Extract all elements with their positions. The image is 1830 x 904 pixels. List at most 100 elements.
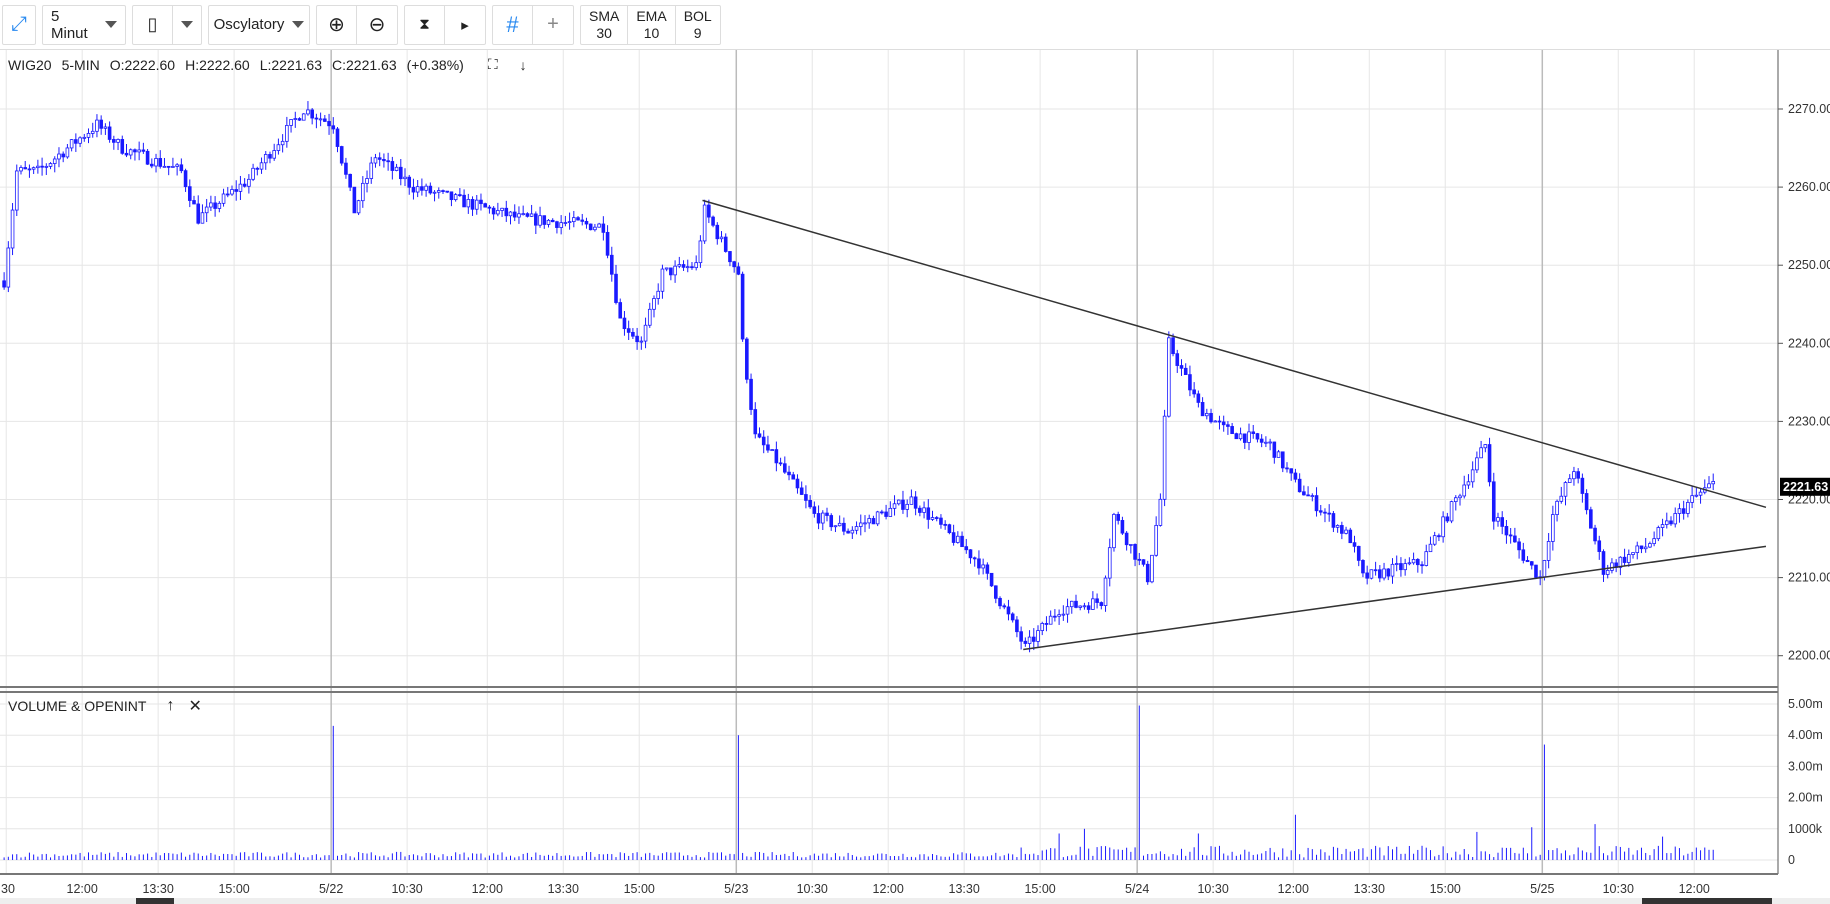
candle-body bbox=[1040, 623, 1045, 631]
candle-body bbox=[1158, 498, 1163, 526]
candle-body bbox=[373, 157, 378, 164]
candle-body bbox=[19, 167, 23, 172]
candle-body bbox=[183, 170, 188, 188]
scrollbar-thumb bbox=[1642, 898, 1772, 904]
candle-body bbox=[1200, 402, 1205, 417]
candle-body bbox=[1656, 527, 1661, 540]
candle-body bbox=[1458, 495, 1462, 499]
candle-body bbox=[681, 264, 686, 268]
candle-body bbox=[1141, 559, 1146, 565]
candle-body bbox=[956, 535, 960, 543]
candle-body bbox=[1567, 478, 1572, 483]
candle-body bbox=[251, 167, 255, 180]
candle-body bbox=[1424, 551, 1429, 566]
candle-body bbox=[1352, 542, 1357, 547]
candle-body bbox=[1407, 562, 1412, 565]
candle-body bbox=[280, 140, 285, 146]
scrollbar-thumb bbox=[136, 898, 174, 904]
close-icon[interactable]: ✕ bbox=[188, 696, 201, 716]
candle-body bbox=[808, 499, 812, 508]
candle-body bbox=[647, 308, 652, 326]
candle-body bbox=[1099, 602, 1104, 606]
candle-body bbox=[213, 202, 217, 209]
candle-body bbox=[1323, 511, 1327, 514]
candle-body bbox=[1112, 513, 1116, 549]
candle-body bbox=[1622, 556, 1627, 563]
candle-body bbox=[1394, 563, 1399, 565]
candle-body bbox=[618, 302, 623, 319]
candle-body bbox=[1648, 543, 1652, 548]
candle-body bbox=[880, 511, 884, 514]
candle-body bbox=[799, 487, 804, 495]
candle-body bbox=[276, 144, 281, 151]
price-tick-label: 2200.00 bbox=[1788, 649, 1830, 663]
candle-body bbox=[221, 193, 226, 204]
candle-body bbox=[1437, 535, 1441, 538]
candle-body bbox=[783, 463, 787, 473]
candle-body bbox=[297, 118, 302, 121]
candle-body bbox=[1103, 577, 1108, 606]
candle-body bbox=[1293, 472, 1298, 480]
candle-body bbox=[542, 215, 547, 225]
candle-body bbox=[1285, 467, 1289, 470]
candle-body bbox=[335, 128, 340, 147]
arrow-up-icon[interactable]: ↑ bbox=[166, 697, 174, 715]
candle-body bbox=[1559, 495, 1564, 502]
time-tick-label: 10:30 bbox=[1603, 882, 1634, 896]
maximize-icon[interactable]: ⛶ bbox=[488, 56, 498, 73]
candle-body bbox=[593, 226, 597, 231]
legend-change: (+0.38%) bbox=[406, 56, 464, 73]
candle-body bbox=[120, 139, 125, 154]
candle-body bbox=[1470, 469, 1475, 483]
candle-body bbox=[1183, 367, 1188, 376]
candle-body bbox=[470, 199, 475, 210]
candle-body bbox=[508, 211, 513, 217]
candle-body bbox=[774, 449, 779, 464]
candle-body bbox=[1175, 353, 1180, 366]
volume-tick-label: 2.00m bbox=[1788, 791, 1823, 805]
candle-body bbox=[538, 215, 542, 226]
candle-body bbox=[1069, 600, 1074, 608]
time-tick-label: 5/24 bbox=[1125, 882, 1149, 896]
candle-body bbox=[521, 213, 525, 216]
arrow-down-icon[interactable]: ↓ bbox=[520, 57, 527, 73]
candle-body bbox=[1534, 564, 1538, 578]
candle-body bbox=[348, 173, 352, 188]
candle-body bbox=[1082, 605, 1087, 608]
price-chart[interactable]: 2270.002260.002250.002240.002230.002220.… bbox=[0, 0, 1830, 904]
candle-body bbox=[1289, 468, 1294, 474]
candle-body bbox=[850, 529, 855, 534]
volume-panel-title: VOLUME & OPENINT bbox=[8, 698, 147, 714]
candle-body bbox=[1593, 527, 1597, 542]
candle-body bbox=[884, 511, 888, 517]
candle-body bbox=[69, 139, 74, 149]
time-tick-label: 13:30 bbox=[142, 882, 173, 896]
candle-body bbox=[1373, 569, 1378, 572]
candle-body bbox=[1694, 494, 1699, 497]
candle-body bbox=[804, 494, 808, 501]
candle-body bbox=[981, 564, 985, 569]
candle-body bbox=[234, 189, 239, 192]
volume-panel-header: VOLUME & OPENINT ↑ ✕ bbox=[8, 696, 202, 716]
volume-tick-label: 5.00m bbox=[1788, 697, 1823, 711]
candle-body bbox=[103, 126, 108, 129]
candle-body bbox=[1504, 525, 1509, 536]
candle-body bbox=[1386, 568, 1391, 577]
candle-body bbox=[1107, 547, 1112, 579]
candle-body bbox=[40, 165, 44, 168]
candle-body bbox=[1226, 424, 1230, 427]
candle-body bbox=[474, 199, 479, 210]
candle-body bbox=[639, 340, 644, 343]
candle-body bbox=[1167, 337, 1171, 417]
candle-body bbox=[1348, 529, 1353, 544]
candle-body bbox=[892, 503, 897, 509]
candle-body bbox=[141, 149, 146, 152]
candle-body bbox=[145, 150, 150, 165]
candle-body bbox=[1681, 508, 1686, 514]
candle-body bbox=[1551, 514, 1555, 542]
candle-body bbox=[930, 517, 935, 520]
candle-body bbox=[909, 496, 914, 505]
candle-body bbox=[761, 436, 766, 446]
candle-body bbox=[546, 219, 551, 225]
time-tick-label: 15:00 bbox=[1024, 882, 1055, 896]
